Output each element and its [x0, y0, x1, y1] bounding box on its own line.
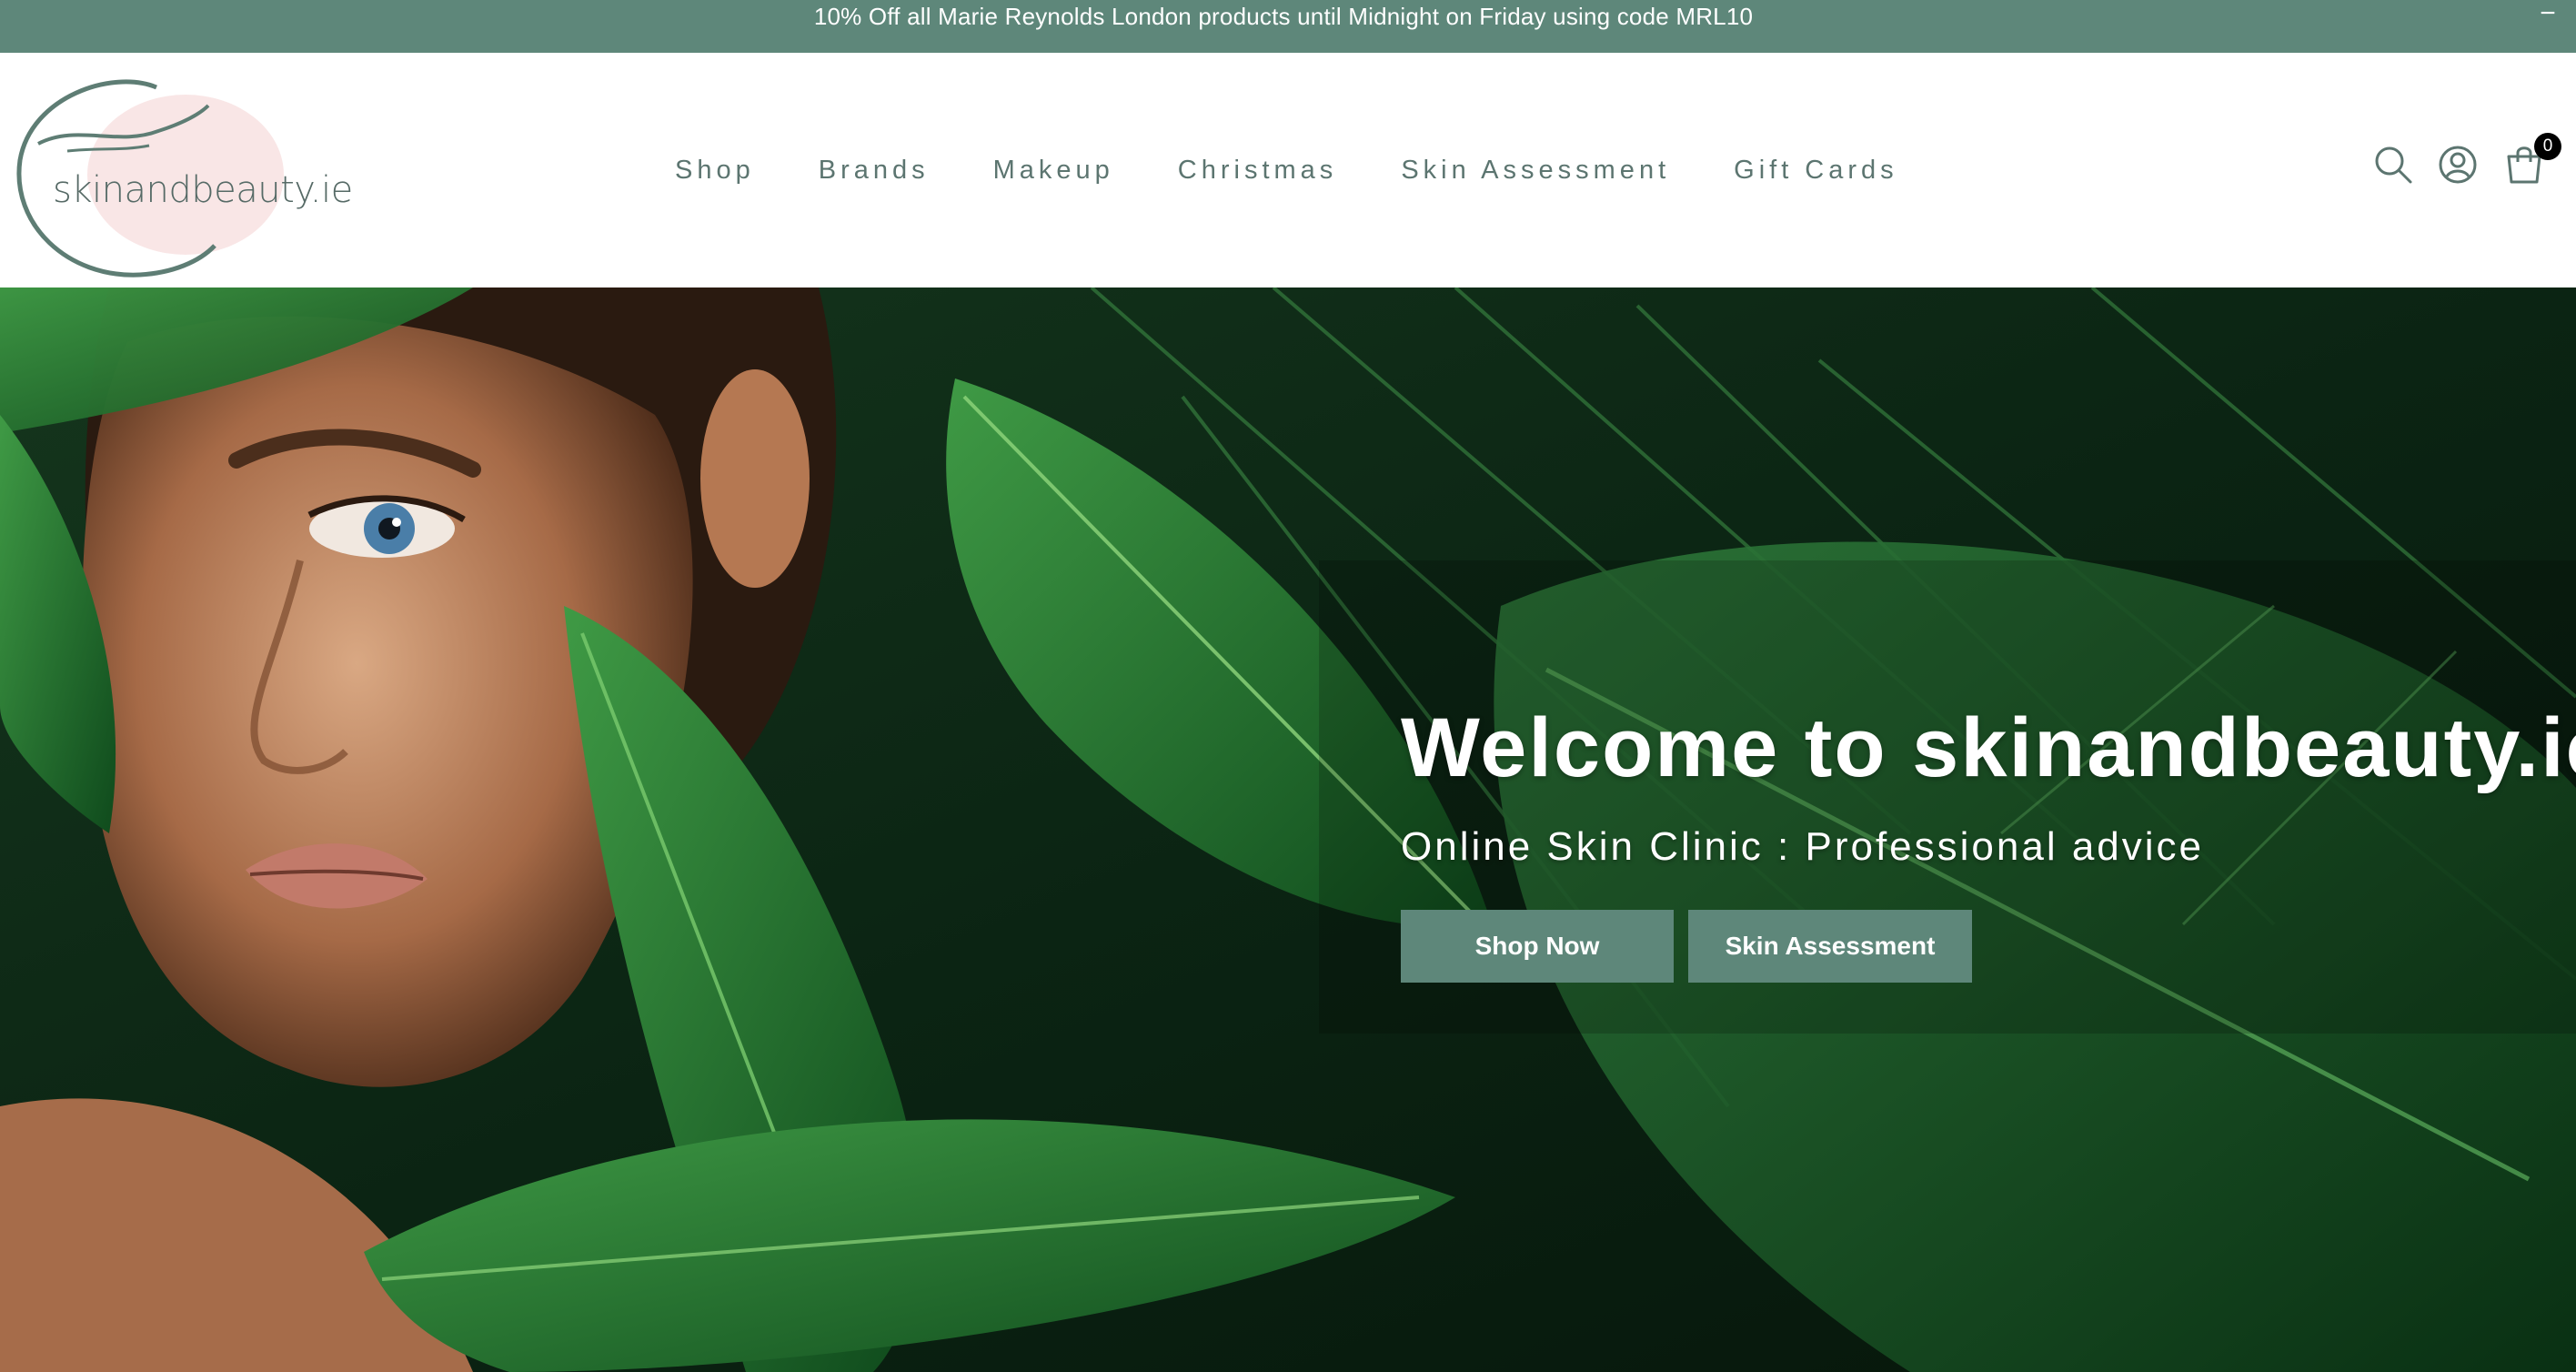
hero-title: Welcome to skinandbeauty.ie	[1401, 701, 2576, 794]
nav-item-christmas[interactable]: Christmas	[1178, 156, 1338, 186]
announcement-close-button[interactable]: −	[2534, 0, 2561, 31]
nav-item-brands[interactable]: Brands	[819, 156, 930, 186]
shop-now-button[interactable]: Shop Now	[1401, 910, 1674, 983]
nav-item-shop[interactable]: Shop	[675, 156, 755, 186]
account-icon[interactable]	[2437, 144, 2479, 186]
hero-banner: Welcome to skinandbeauty.ie Online Skin …	[0, 288, 2576, 1372]
site-header: skinandbeauty.ie Shop Brands Makeup Chri…	[0, 53, 2576, 288]
announcement-bar: 10% Off all Marie Reynolds London produc…	[0, 0, 2576, 53]
nav-item-makeup[interactable]: Makeup	[993, 156, 1114, 186]
nav-item-skin-assessment[interactable]: Skin Assessment	[1401, 156, 1670, 186]
logo-text: skinandbeauty.ie	[53, 169, 353, 211]
announcement-text: 10% Off all Marie Reynolds London produc…	[813, 3, 1754, 30]
header-icons: 0	[2340, 53, 2576, 288]
search-icon[interactable]	[2372, 144, 2414, 186]
hero-content: Welcome to skinandbeauty.ie Online Skin …	[1401, 706, 2576, 983]
skin-assessment-button[interactable]: Skin Assessment	[1688, 910, 1972, 983]
site-logo[interactable]: skinandbeauty.ie	[13, 60, 353, 278]
cart-count-badge: 0	[2534, 133, 2561, 160]
nav-item-gift-cards[interactable]: Gift Cards	[1734, 156, 1898, 186]
hero-subtitle: Online Skin Clinic : Professional advice	[1401, 824, 2205, 869]
main-nav: Shop Brands Makeup Christmas Skin Assess…	[675, 53, 1962, 288]
hero-buttons: Shop Now Skin Assessment	[1401, 910, 2576, 983]
